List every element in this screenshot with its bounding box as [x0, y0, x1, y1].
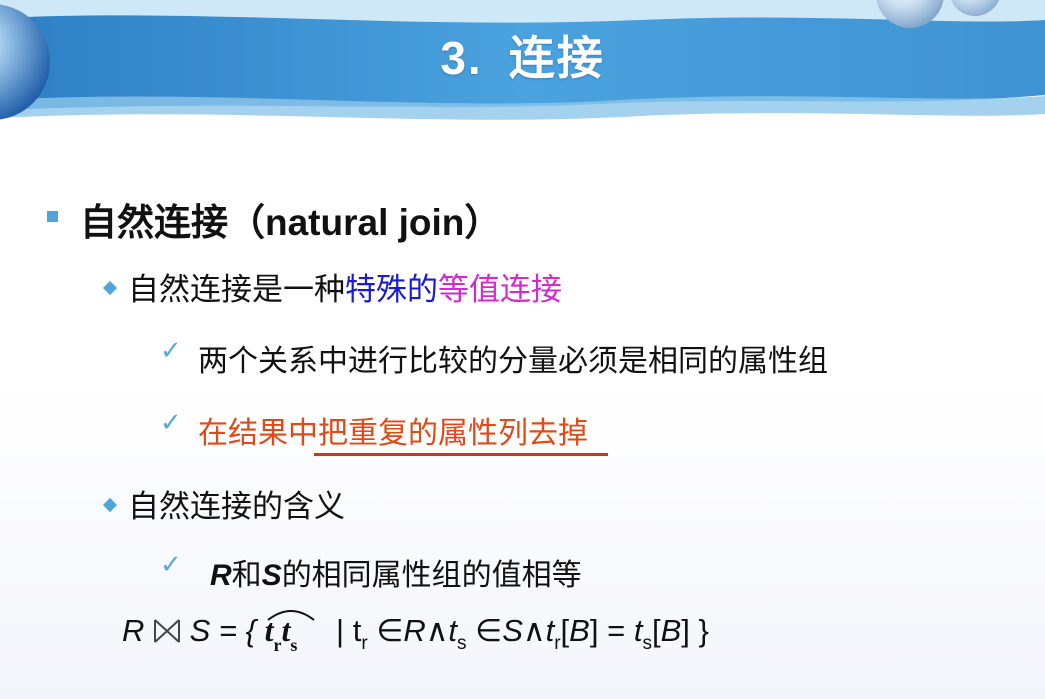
point1-emph-blue: 特殊的 — [345, 272, 438, 308]
element-of-2: ∈ — [475, 613, 503, 648]
heading-close: ） — [464, 201, 502, 244]
element-of-1: ∈ — [376, 613, 404, 648]
logical-and-2: ∧ — [522, 613, 546, 648]
bracket-open-1: [ — [560, 613, 570, 648]
red-underline — [314, 453, 608, 456]
point-meaning: 自然连接的含义 — [128, 489, 345, 525]
formula-s-open: S = { — [189, 613, 256, 648]
attr-b-2: B — [660, 613, 682, 648]
check-same-attributes: 两个关系中进行比较的分量必须是相同的属性组 — [198, 344, 828, 379]
formula-r2: R — [403, 613, 426, 648]
point1-text: 自然连接是一种 — [128, 272, 345, 308]
diamond-bullet-icon — [102, 497, 118, 513]
heading-en: natural join — [265, 202, 465, 243]
formula-tr-sub: r — [361, 633, 368, 654]
concat-tuple: trts — [265, 610, 315, 655]
bracket-open-2: [ — [651, 613, 661, 648]
slide-title: 3. 连接 — [0, 22, 1045, 88]
title-text: 连接 — [508, 32, 605, 84]
formula-s2: S — [502, 613, 523, 648]
t2-sub: s — [290, 635, 298, 655]
header-banner: 3. 连接 — [0, 0, 1045, 140]
relation-r: R — [210, 559, 232, 592]
formula-bar: | — [336, 613, 345, 648]
formula-r: R — [122, 613, 145, 648]
formula-ts-sub: s — [457, 633, 467, 654]
bracket-close-brace: ] } — [681, 613, 709, 648]
checkmark-icon: ✓ — [160, 408, 182, 438]
diamond-bullet-icon — [102, 280, 118, 296]
heading-zh: 自然连接（ — [80, 201, 265, 244]
formula-tr2: t — [545, 613, 555, 648]
point1-emph-magenta: 等值连接 — [438, 272, 562, 308]
checkmark-icon: ✓ — [160, 550, 182, 580]
square-bullet-icon — [47, 211, 58, 222]
t1-sub: r — [273, 635, 282, 655]
point-special-equijoin: 自然连接是一种特殊的等值连接 — [128, 264, 562, 309]
logical-and-1: ∧ — [425, 613, 449, 648]
check-equal-values: R和S的相同属性组的值相等 — [210, 550, 582, 594]
and-text: 和 — [231, 558, 262, 593]
title-number: 3. — [440, 32, 483, 84]
formula-tr2-sub: r — [554, 633, 561, 654]
check3-rest: 的相同属性组的值相等 — [281, 558, 582, 593]
formula-ts2-sub: s — [642, 633, 652, 654]
bowtie-join-icon — [154, 619, 181, 643]
formula-ts: t — [448, 613, 458, 648]
natural-join-formula: R S = { trts | tr ∈R∧ts ∈S∧tr[B] = ts[B]… — [122, 610, 822, 672]
heading-natural-join: 自然连接（natural join） — [80, 192, 501, 246]
bracket-close-eq: ] = — [589, 613, 626, 648]
checkmark-icon: ✓ — [160, 336, 182, 366]
attr-b-1: B — [569, 613, 590, 648]
relation-s: S — [261, 559, 282, 592]
check-remove-duplicates: 在结果中把重复的属性列去掉 — [198, 416, 588, 451]
slide: 3. 连接 自然连接（natural join） 自然连接是一种特殊的等值连接 ✓… — [0, 0, 1045, 699]
concat-arc — [267, 610, 315, 621]
